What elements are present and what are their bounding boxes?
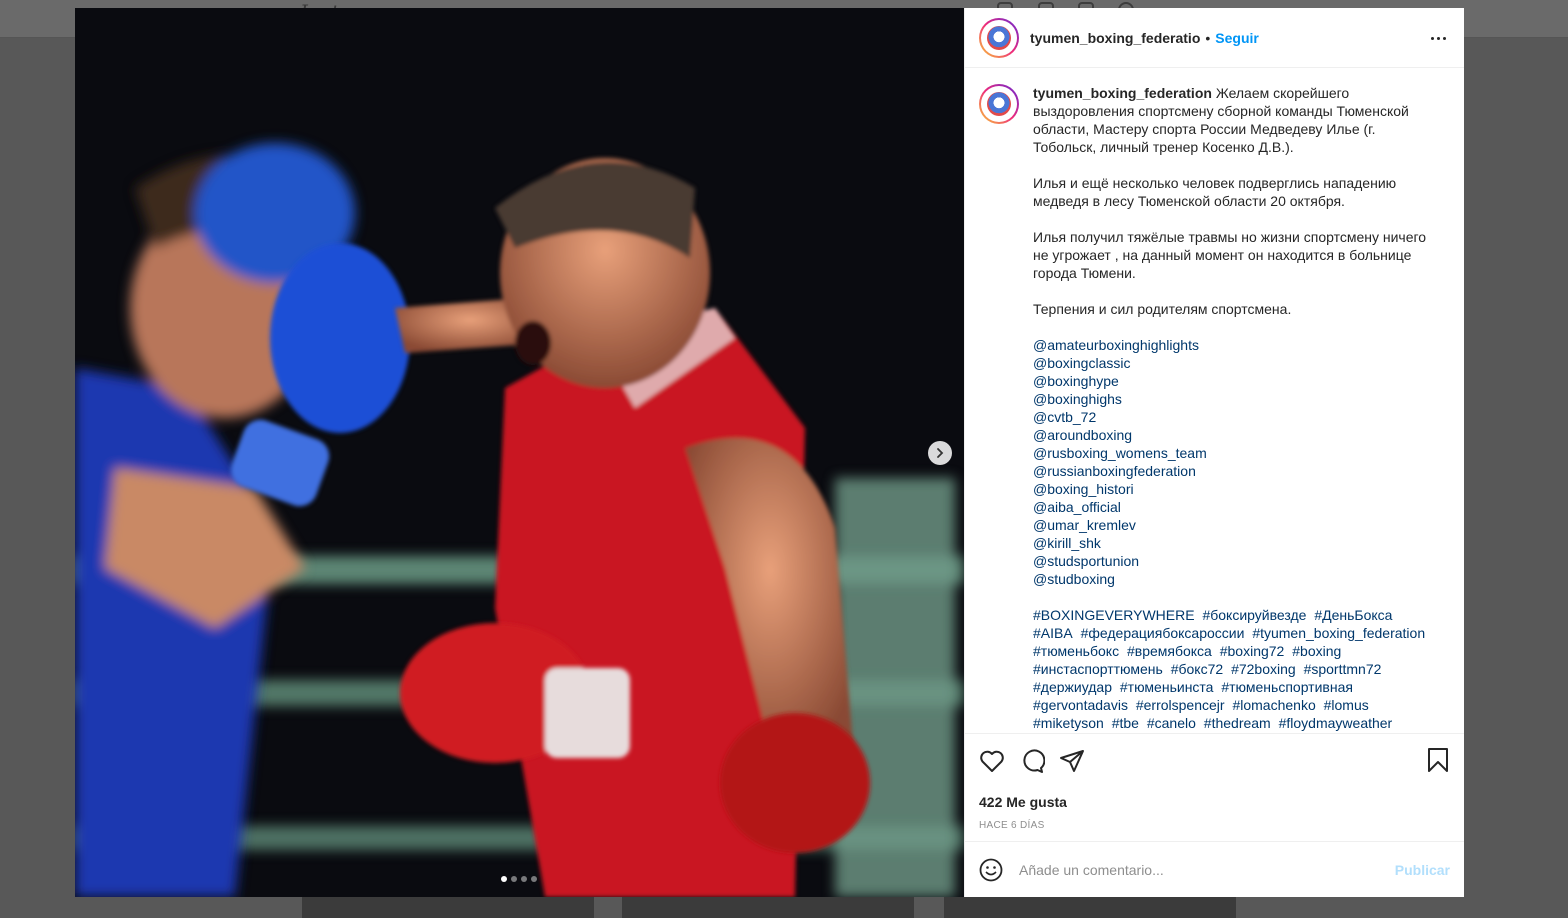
mention-link[interactable]: @boxing_histori bbox=[1033, 480, 1433, 498]
post-caption: tyumen_boxing_federation Желаем скорейше… bbox=[1033, 84, 1433, 733]
hashtag-link[interactable]: #федерациябоксароссии bbox=[1081, 625, 1245, 641]
hashtag-link[interactable]: #tbe bbox=[1112, 715, 1139, 731]
publish-button[interactable]: Publicar bbox=[1395, 862, 1450, 878]
carousel-dot bbox=[501, 876, 507, 882]
mention-link[interactable]: @studboxing bbox=[1033, 570, 1433, 588]
comment-icon[interactable] bbox=[1019, 749, 1045, 773]
post-date[interactable]: HACE 6 DÍAS bbox=[979, 820, 1450, 831]
hashtag-link[interactable]: #боксируйвезде bbox=[1202, 607, 1306, 623]
mention-list: @amateurboxinghighlights @boxingclassic @b… bbox=[1033, 336, 1433, 588]
mention-link[interactable]: @kirill_shk bbox=[1033, 534, 1433, 552]
hashtag-link[interactable]: #бокс72 bbox=[1171, 661, 1223, 677]
post-side-panel: tyumen_boxing_federatio • Seguir tyumen_… bbox=[964, 8, 1464, 897]
background-thumbnail bbox=[622, 897, 914, 918]
hashtag-link[interactable]: #тюменьспортивная bbox=[1221, 679, 1353, 695]
hashtag-link[interactable]: #canelo bbox=[1147, 715, 1196, 731]
hashtag-link[interactable]: #тюменьинста bbox=[1120, 679, 1214, 695]
separator-dot: • bbox=[1205, 29, 1211, 46]
carousel-indicator bbox=[501, 876, 537, 882]
hashtag-link[interactable]: #thedream bbox=[1204, 715, 1271, 731]
mention-link[interactable]: @boxingclassic bbox=[1033, 354, 1433, 372]
save-bookmark-icon[interactable] bbox=[1426, 747, 1450, 773]
hashtag-link[interactable]: #boxing72 bbox=[1220, 643, 1285, 659]
hashtag-link[interactable]: #lomus bbox=[1324, 697, 1369, 713]
hashtag-link[interactable]: #времябокса bbox=[1127, 643, 1212, 659]
chevron-right-icon bbox=[937, 448, 944, 458]
more-options-icon[interactable] bbox=[1426, 28, 1450, 48]
mention-link[interactable]: @aroundboxing bbox=[1033, 426, 1433, 444]
like-heart-icon[interactable] bbox=[979, 749, 1005, 773]
mention-link[interactable]: @umar_kremlev bbox=[1033, 516, 1433, 534]
carousel-dot bbox=[531, 876, 537, 882]
mention-link[interactable]: @rusboxing_womens_team bbox=[1033, 444, 1433, 462]
post-header: tyumen_boxing_federatio • Seguir bbox=[965, 8, 1464, 68]
add-comment-bar: Publicar bbox=[965, 841, 1464, 897]
hashtag-link[interactable]: #boxing bbox=[1292, 643, 1341, 659]
hashtag-link[interactable]: #BOXINGEVERYWHERE bbox=[1033, 607, 1195, 623]
mention-link[interactable]: @russianboxingfederation bbox=[1033, 462, 1433, 480]
background-thumbnail bbox=[944, 897, 1236, 918]
hashtag-list: #BOXINGEVERYWHERE #боксируйвезде #ДеньБо… bbox=[1033, 606, 1433, 733]
username-link[interactable]: tyumen_boxing_federatio bbox=[1030, 30, 1200, 46]
mention-link[interactable]: @studsportunion bbox=[1033, 552, 1433, 570]
hashtag-link[interactable]: #AIBA bbox=[1033, 625, 1073, 641]
federation-logo bbox=[987, 92, 1011, 116]
carousel-dot bbox=[521, 876, 527, 882]
mention-link[interactable]: @cvtb_72 bbox=[1033, 408, 1433, 426]
post-actions: 422 Me gusta HACE 6 DÍAS bbox=[965, 733, 1464, 841]
mention-link[interactable]: @boxinghype bbox=[1033, 372, 1433, 390]
federation-logo bbox=[987, 25, 1011, 50]
hashtag-link[interactable]: #держиудар bbox=[1033, 679, 1112, 695]
caption-username[interactable]: tyumen_boxing_federation bbox=[1033, 85, 1212, 101]
comment-input[interactable] bbox=[1019, 861, 1395, 878]
hashtag-link[interactable]: #sporttmn72 bbox=[1304, 661, 1382, 677]
hashtag-link[interactable]: #72boxing bbox=[1231, 661, 1296, 677]
hashtag-link[interactable]: #tyumen_boxing_federation bbox=[1252, 625, 1425, 641]
hashtag-link[interactable]: #miketyson bbox=[1033, 715, 1104, 731]
avatar[interactable] bbox=[979, 17, 1019, 58]
post-modal: tyumen_boxing_federatio • Seguir tyumen_… bbox=[75, 8, 1464, 897]
hashtag-link[interactable]: #gervontadavis bbox=[1033, 697, 1128, 713]
post-media bbox=[75, 8, 964, 897]
caption-text: Терпения и сил родителям спортсмена. bbox=[1033, 301, 1292, 317]
follow-button[interactable]: Seguir bbox=[1215, 30, 1259, 46]
carousel-dot bbox=[511, 876, 517, 882]
next-image-button[interactable] bbox=[928, 441, 952, 465]
comments-area[interactable]: tyumen_boxing_federation Желаем скорейше… bbox=[965, 68, 1464, 733]
hashtag-link[interactable]: #тюменьбокс bbox=[1033, 643, 1119, 659]
emoji-icon[interactable] bbox=[979, 858, 1003, 882]
caption-text: Илья и ещё несколько человек подверглись… bbox=[1033, 175, 1397, 209]
hashtag-link[interactable]: #errolspencejr bbox=[1136, 697, 1225, 713]
hashtag-link[interactable]: #lomachenko bbox=[1232, 697, 1315, 713]
hashtag-link[interactable]: #floydmayweather bbox=[1279, 715, 1393, 731]
like-count[interactable]: 422 Me gusta bbox=[979, 794, 1450, 810]
boxing-photo bbox=[75, 8, 964, 897]
hashtag-link[interactable]: #инстаспорттюмень bbox=[1033, 661, 1163, 677]
background-thumbnail bbox=[302, 897, 594, 918]
avatar[interactable] bbox=[979, 84, 1019, 124]
mention-link[interactable]: @aiba_official bbox=[1033, 498, 1433, 516]
share-icon[interactable] bbox=[1059, 749, 1085, 773]
mention-link[interactable]: @amateurboxinghighlights bbox=[1033, 336, 1433, 354]
caption-text: Илья получил тяжёлые травмы но жизни спо… bbox=[1033, 229, 1427, 281]
mention-link[interactable]: @boxinghighs bbox=[1033, 390, 1433, 408]
hashtag-link[interactable]: #ДеньБокса bbox=[1314, 607, 1392, 623]
